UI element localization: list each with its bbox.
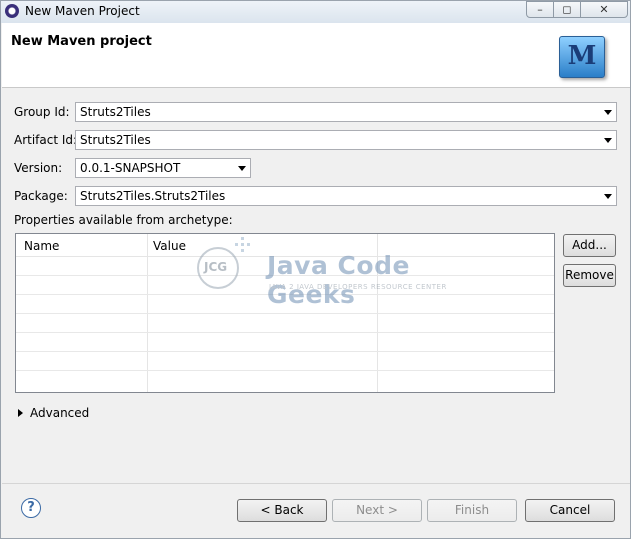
table-row[interactable] [16,313,554,314]
column-header-value[interactable]: Value [153,239,186,253]
properties-label: Properties available from archetype: [14,213,233,227]
finish-button[interactable]: Finish [427,499,517,522]
artifact-id-combo[interactable]: Struts2Tiles [75,130,617,150]
package-value: Struts2Tiles.Struts2Tiles [80,189,226,203]
watermark-dot [241,243,244,246]
chevron-down-icon[interactable] [604,194,612,199]
cancel-button[interactable]: Cancel [525,499,615,522]
help-icon[interactable]: ? [21,498,41,518]
artifact-id-label: Artifact Id: [14,133,78,147]
table-row[interactable] [16,351,554,352]
maven-logo-letter: M [567,41,597,71]
version-combo[interactable]: 0.0.1-SNAPSHOT [75,158,251,178]
package-label: Package: [14,189,68,203]
eclipse-icon [5,4,19,18]
wizard-header: New Maven project M [2,23,630,88]
add-property-button[interactable]: Add... [563,234,616,257]
version-value: 0.0.1-SNAPSHOT [80,161,181,175]
artifact-id-value: Struts2Tiles [80,133,151,147]
column-header-name[interactable]: Name [24,239,59,253]
watermark-dot [241,237,244,240]
watermark-tagline: JAVA 2 JAVA DEVELOPERS RESOURCE CENTER [269,283,447,291]
chevron-down-icon[interactable] [604,110,612,115]
java-code-geeks-watermark: JCG Java Code Geeks JAVA 2 JAVA DEVELOPE… [197,237,447,309]
minimize-button[interactable]: – [526,1,554,18]
watermark-dots [235,237,253,255]
maximize-button[interactable]: ◻ [553,1,581,18]
expand-triangle-icon[interactable] [18,409,23,417]
watermark-logo-text: JCG [204,260,228,274]
chevron-down-icon[interactable] [238,166,246,171]
footer-separator [2,483,630,484]
remove-property-button[interactable]: Remove [563,264,616,287]
table-row[interactable] [16,332,554,333]
watermark-dot [235,243,238,246]
group-id-value: Struts2Tiles [80,105,151,119]
group-id-combo[interactable]: Struts2Tiles [75,102,617,122]
group-id-label: Group Id: [14,105,70,119]
package-combo[interactable]: Struts2Tiles.Struts2Tiles [75,186,617,206]
close-button[interactable]: ✕ [580,1,628,18]
chevron-down-icon[interactable] [604,138,612,143]
next-button[interactable]: Next > [332,499,422,522]
maven-logo-icon: M [559,36,605,78]
watermark-name: Java Code Geeks [267,251,410,309]
new-maven-project-dialog: New Maven Project – ◻ ✕ New Maven projec… [0,0,631,539]
window-title: New Maven Project [25,4,140,18]
page-title: New Maven project [11,34,152,49]
watermark-dot [241,249,244,252]
title-bar[interactable]: New Maven Project – ◻ ✕ [1,1,630,23]
version-label: Version: [14,161,63,175]
advanced-label[interactable]: Advanced [30,406,89,420]
watermark-dot [247,243,250,246]
back-button[interactable]: < Back [237,499,327,522]
table-row[interactable] [16,370,554,371]
